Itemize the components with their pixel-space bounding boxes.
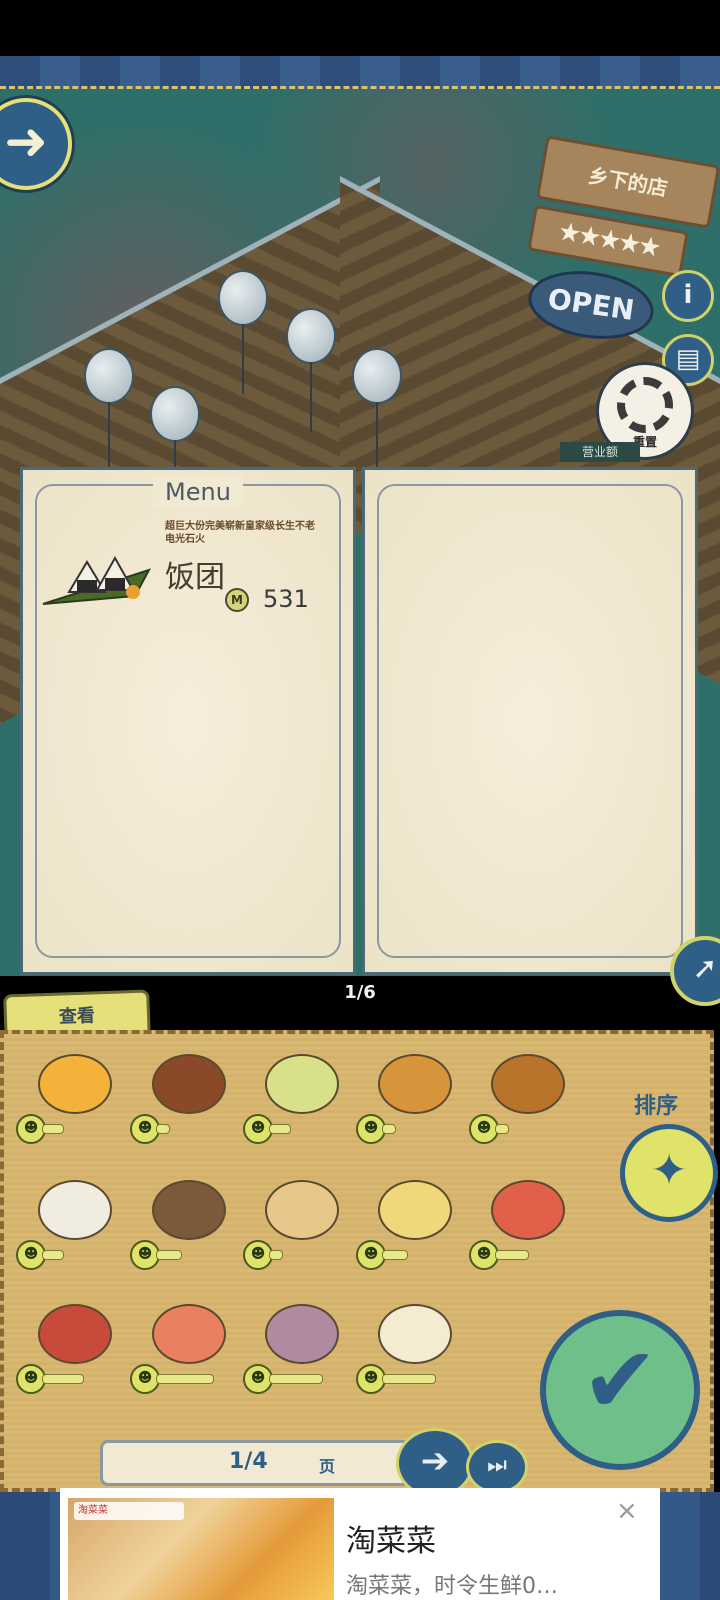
beef-bowl-icon: [152, 1054, 226, 1114]
ingredient-item[interactable]: ☻: [16, 1296, 131, 1416]
ingredient-item[interactable]: ☻: [243, 1046, 358, 1166]
page-frame: [377, 484, 683, 958]
menu-page-indicator: 1/6: [344, 982, 376, 1003]
revenue-tag: 营业额: [560, 442, 640, 462]
sort-label: 排序: [634, 1094, 679, 1119]
coffee-cup-icon: [38, 1180, 112, 1240]
menu-left-page: Menu 超巨大份完美崭新皇家级长生不老电光石火 饭团 M 531: [20, 467, 356, 975]
mastery-bar: [495, 1124, 509, 1134]
mastery-bar: [269, 1250, 283, 1260]
mastery-bar: [382, 1250, 408, 1260]
sparkle-icon: ✦: [650, 1145, 688, 1196]
onigiri-image[interactable]: [39, 540, 157, 616]
ingredient-item[interactable]: ☻: [243, 1172, 358, 1292]
ingredient-pager: 1/4 页: [100, 1440, 426, 1486]
ad-subtitle: 淘菜菜，时令生鲜0…: [346, 1574, 558, 1599]
menu-title: Menu: [153, 476, 243, 508]
ad-banner[interactable]: 淘菜菜 淘菜菜 淘菜菜，时令生鲜0… ×: [60, 1488, 660, 1600]
onigiri-icon: [42, 555, 152, 605]
bento-icon: [38, 1304, 112, 1364]
last-page-button[interactable]: ⏭: [466, 1440, 528, 1494]
mastery-bar: [156, 1124, 170, 1134]
ingredient-item[interactable]: ☻: [356, 1046, 471, 1166]
green-tea-icon: [265, 1054, 339, 1114]
mastery-bar: [42, 1374, 84, 1384]
balloon-decoration: [352, 348, 402, 472]
arrow-right-icon: ➜: [4, 112, 48, 172]
parfait-icon: [378, 1304, 452, 1364]
info-button[interactable]: i: [662, 270, 714, 322]
mastery-bar: [269, 1124, 291, 1134]
pager-unit: 页: [319, 1457, 336, 1476]
mastery-bar: [269, 1374, 323, 1384]
dish-description: 超巨大份完美崭新皇家级长生不老电光石火: [165, 521, 315, 545]
arrow-right-icon: ➔: [420, 1441, 450, 1481]
mastery-bar: [382, 1124, 396, 1134]
mastery-bar: [382, 1374, 436, 1384]
close-icon[interactable]: ×: [616, 1496, 638, 1526]
checkmark-icon: ✔: [581, 1327, 659, 1434]
ingredient-item[interactable]: ☻: [243, 1296, 358, 1416]
book-icon: ▤: [675, 344, 701, 374]
ad-logo: 淘菜菜: [74, 1502, 184, 1520]
balloon-decoration: [84, 348, 134, 472]
ingredient-item[interactable]: ☻: [130, 1046, 245, 1166]
ingredient-item[interactable]: ☻: [16, 1172, 131, 1292]
curved-arrow-icon: ➚: [692, 951, 718, 986]
ad-image[interactable]: 淘菜菜: [68, 1498, 334, 1600]
fast-forward-icon: ⏭: [487, 1453, 507, 1478]
pager-current: 1/4: [229, 1449, 268, 1474]
ingredient-item[interactable]: ☻: [130, 1172, 245, 1292]
dish-name: 饭团: [165, 560, 225, 595]
ad-title[interactable]: 淘菜菜: [346, 1516, 436, 1560]
balloon-decoration: [150, 386, 200, 510]
balloon-decoration: [218, 270, 268, 394]
pudding-icon: [378, 1180, 452, 1240]
coin-icon: M: [225, 588, 249, 612]
mastery-bar: [156, 1374, 214, 1384]
mastery-bar: [156, 1250, 182, 1260]
yakitori-icon: [491, 1054, 565, 1114]
info-icon: i: [683, 280, 693, 310]
ingredient-item[interactable]: ☻: [356, 1296, 471, 1416]
ingredient-item[interactable]: ☻: [469, 1046, 584, 1166]
udon-bowl-icon: [152, 1180, 226, 1240]
mastery-bar: [495, 1250, 529, 1260]
sort-button[interactable]: ✦: [620, 1124, 718, 1222]
baguette-icon: [265, 1180, 339, 1240]
tonkatsu-icon: [378, 1054, 452, 1114]
top-star-border: [0, 56, 720, 89]
mastery-bar: [42, 1124, 64, 1134]
balloon-decoration: [286, 308, 336, 432]
menu-right-page: [362, 467, 698, 975]
sashimi-icon: [491, 1180, 565, 1240]
ingredient-item[interactable]: ☻: [469, 1172, 584, 1292]
ingredient-item[interactable]: ☻: [16, 1046, 131, 1166]
shrimp-plate-icon: [152, 1304, 226, 1364]
dish-price: 531: [263, 585, 309, 613]
omelette-rice-icon: [38, 1054, 112, 1114]
mastery-bar: [42, 1250, 64, 1260]
ingredient-item[interactable]: ☻: [130, 1296, 245, 1416]
ingredient-item[interactable]: ☻: [356, 1172, 471, 1292]
confirm-button[interactable]: ✔ 没问题!: [540, 1310, 700, 1512]
purple-rice-icon: [265, 1304, 339, 1364]
loading-spinner-icon: [617, 377, 673, 433]
